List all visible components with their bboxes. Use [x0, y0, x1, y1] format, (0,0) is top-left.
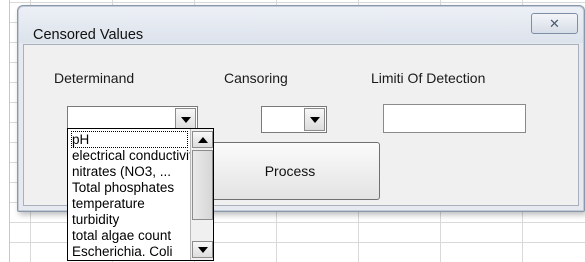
dropdown-item-turbidity[interactable]: turbidity — [72, 212, 190, 227]
censoring-combo[interactable] — [261, 106, 327, 133]
determinand-label: Determinand — [54, 70, 135, 86]
scroll-down-icon — [198, 247, 208, 253]
dropdown-scrollbar[interactable] — [190, 129, 213, 260]
dropdown-item-nitrates[interactable]: nitrates (NO3, ... — [72, 164, 190, 179]
dialog-titlebar[interactable]: Censored Values ✕ — [19, 7, 583, 43]
dropdown-item-total-algae-count[interactable]: total algae count — [72, 228, 190, 243]
dropdown-item-escherichia-coli[interactable]: Escherichia. Coli — [72, 244, 190, 259]
dropdown-item-temperature[interactable]: temperature — [72, 196, 190, 211]
scroll-up-icon — [198, 137, 208, 143]
dialog-title: Censored Values — [33, 27, 144, 43]
spreadsheet-row-header-edge — [0, 0, 10, 262]
dropdown-item-ph[interactable]: pH — [71, 131, 188, 148]
censoring-label: Cansoring — [224, 70, 288, 86]
limit-of-detection-label: Limiti Of Detection — [371, 70, 486, 86]
scroll-down-button[interactable] — [192, 241, 213, 258]
dropdown-item-electrical-conductivity[interactable]: electrical conductivity — [72, 148, 190, 163]
scrollbar-thumb[interactable] — [192, 150, 213, 220]
close-button[interactable]: ✕ — [531, 13, 578, 34]
limit-of-detection-input[interactable] — [383, 104, 526, 133]
process-button[interactable]: Process — [200, 142, 380, 200]
close-icon: ✕ — [549, 16, 560, 31]
censoring-dropdown-button[interactable] — [304, 108, 325, 131]
determinand-dropdown-list[interactable]: pH electrical conductivity nitrates (NO3… — [67, 128, 214, 261]
dropdown-item-total-phosphates[interactable]: Total phosphates — [72, 180, 190, 195]
chevron-down-icon — [310, 117, 320, 123]
chevron-down-icon — [181, 117, 191, 123]
scroll-up-button[interactable] — [192, 131, 213, 148]
